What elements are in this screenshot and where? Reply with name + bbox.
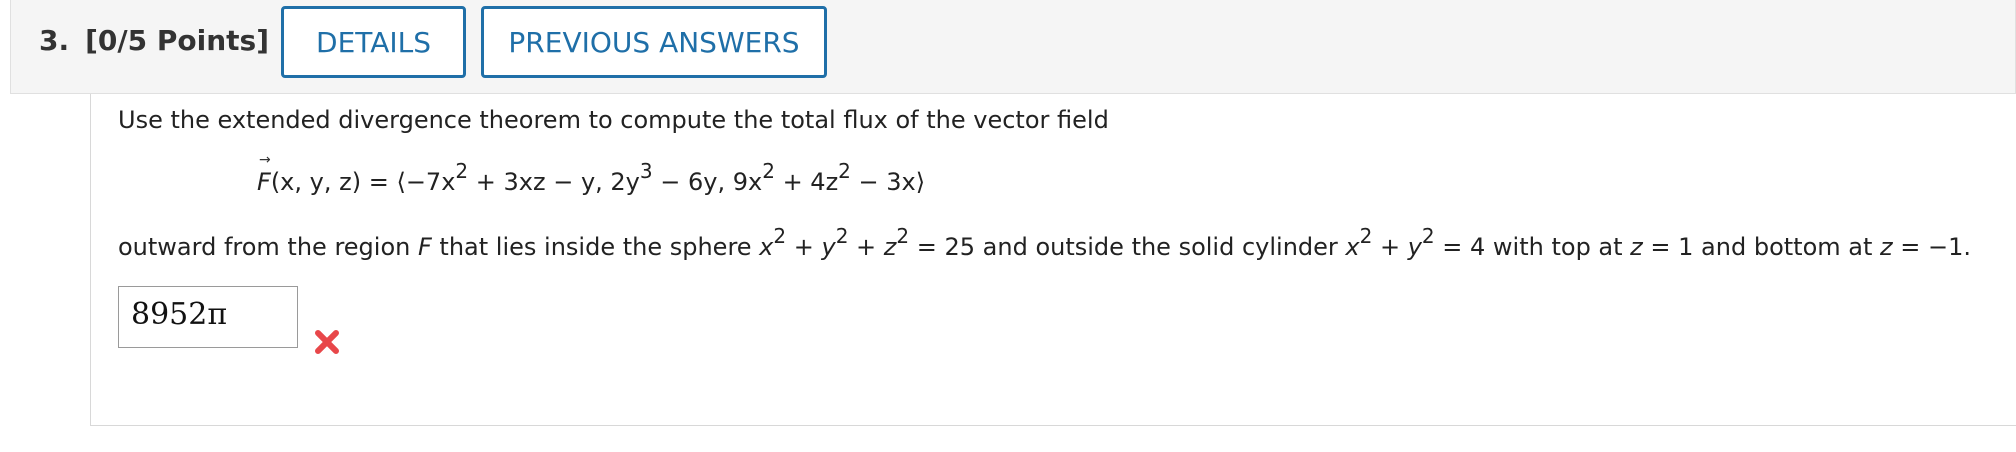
question-label: 3. [0/5 Points] — [39, 24, 269, 57]
question-points: [0/5 Points] — [85, 24, 269, 57]
question-number: 3. — [39, 24, 70, 57]
vector-field-formula: → F(x, y, z) = ⟨−7x2 + 3xz − y, 2y3 − 6y,… — [257, 152, 926, 196]
details-button[interactable]: DETAILS — [281, 6, 466, 78]
x-mark-icon — [315, 330, 339, 354]
question-region-text: outward from the region F that lies insi… — [118, 224, 1971, 261]
vector-arrow-icon: → — [259, 152, 271, 168]
vector-f-symbol: → F — [257, 152, 271, 196]
question-body: Use the extended divergence theorem to c… — [90, 94, 2016, 426]
previous-answers-button[interactable]: PREVIOUS ANSWERS — [481, 6, 827, 78]
question-intro-text: Use the extended divergence theorem to c… — [118, 106, 1109, 134]
question-header: 3. [0/5 Points] DETAILS PREVIOUS ANSWERS — [10, 0, 2016, 94]
answer-input[interactable]: 8952π — [118, 286, 298, 348]
